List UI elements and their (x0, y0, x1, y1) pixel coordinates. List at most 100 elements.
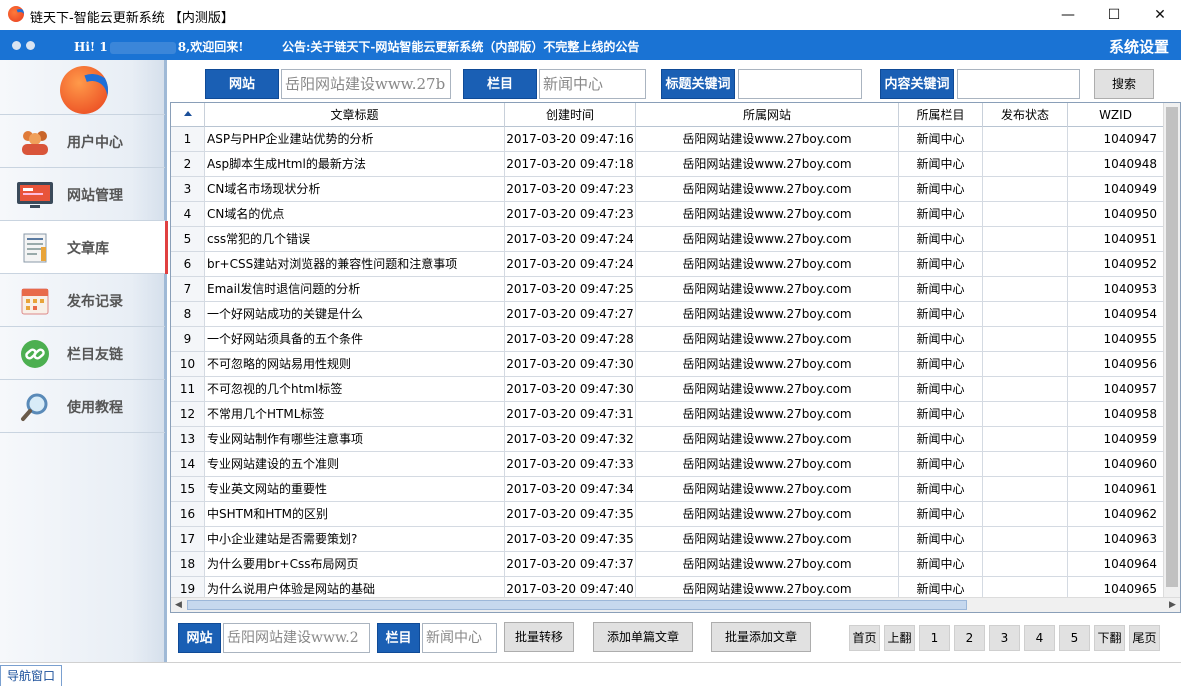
cell-title: 一个好网站须具备的五个条件 (205, 327, 505, 352)
sidebar-item-publish-log[interactable]: 发布记录 (0, 273, 165, 326)
sidebar-item-site-management[interactable]: 网站管理 (0, 167, 165, 220)
column-filter-input[interactable]: 新闻中心 (539, 69, 646, 99)
maximize-button[interactable]: ☐ (1091, 0, 1137, 30)
batch-add-articles-button[interactable]: 批量添加文章 (711, 622, 811, 652)
table-row[interactable]: 3 CN域名市场现状分析 2017-03-20 09:47:23 岳阳网站建设www.… (171, 177, 1180, 202)
table-row[interactable]: 11 不可忽视的几个html标签 2017-03-20 09:47:30 岳阳网站建设… (171, 377, 1180, 402)
cell-column: 新闻中心 (899, 177, 983, 202)
sidebar-item-user-center[interactable]: 用户中心 (0, 114, 165, 167)
first-page-button[interactable]: 首页 (849, 625, 880, 651)
table-row[interactable]: 10 不可忽略的网站易用性规则 2017-03-20 09:47:30 岳阳网站建设w… (171, 352, 1180, 377)
cell-wzid: 1040957 (1068, 377, 1164, 402)
cell-column: 新闻中心 (899, 402, 983, 427)
cell-status (983, 452, 1068, 477)
column-header-created[interactable]: 创建时间 (505, 103, 636, 127)
cell-wzid: 1040953 (1068, 277, 1164, 302)
nav-window-tab[interactable]: 导航窗口 (0, 665, 63, 686)
brand-logo-icon (60, 66, 108, 114)
cell-column: 新闻中心 (899, 252, 983, 277)
page-1-button[interactable]: 1 (919, 625, 950, 651)
site-filter-input[interactable]: 岳阳网站建设www.27b (281, 69, 451, 99)
system-settings-button[interactable]: 系统设置 (1109, 36, 1169, 57)
table-row[interactable]: 9 一个好网站须具备的五个条件 2017-03-20 09:47:28 岳阳网站建设w… (171, 327, 1180, 352)
sidebar-item-article-library[interactable]: 文章库 (0, 220, 168, 274)
cell-site: 岳阳网站建设www.27boy.com (636, 477, 899, 502)
sidebar-item-column-links[interactable]: 栏目友链 (0, 326, 165, 379)
horizontal-scrollbar[interactable]: ◀ ▶ (171, 597, 1180, 612)
page-2-button[interactable]: 2 (954, 625, 985, 651)
column-header-status[interactable]: 发布状态 (983, 103, 1068, 127)
table-row[interactable]: 5 css常犯的几个错误 2017-03-20 09:47:24 岳阳网站建设www.… (171, 227, 1180, 252)
cell-created: 2017-03-20 09:47:25 (505, 277, 636, 302)
vertical-scroll-thumb[interactable] (1166, 107, 1178, 587)
column-header-wzid[interactable]: WZID (1068, 103, 1164, 127)
table-row[interactable]: 15 专业英文网站的重要性 2017-03-20 09:47:34 岳阳网站建设www… (171, 477, 1180, 502)
column-header-column[interactable]: 所属栏目 (899, 103, 983, 127)
page-5-button[interactable]: 5 (1059, 625, 1090, 651)
cell-status (983, 252, 1068, 277)
content-keyword-input[interactable] (957, 69, 1080, 99)
table-row[interactable]: 7 Email发信时退信问题的分析 2017-03-20 09:47:25 岳阳网站建… (171, 277, 1180, 302)
cell-title: 中小企业建站是否需要策划? (205, 527, 505, 552)
add-single-article-button[interactable]: 添加单篇文章 (593, 622, 693, 652)
table-row[interactable]: 13 专业网站制作有哪些注意事项 2017-03-20 09:47:32 岳阳网站建设… (171, 427, 1180, 452)
table-row[interactable]: 14 专业网站建设的五个准则 2017-03-20 09:47:33 岳阳网站建设ww… (171, 452, 1180, 477)
document-icon (16, 233, 54, 263)
announcement-link[interactable]: 公告:关于链天下-网站智能云更新系统（内部版）不完整上线的公告 (282, 38, 639, 55)
prev-page-button[interactable]: 上翻 (884, 625, 915, 651)
row-number: 18 (171, 552, 205, 577)
cell-title: 一个好网站成功的关键是什么 (205, 302, 505, 327)
cell-title: 中SHTM和HTM的区别 (205, 502, 505, 527)
cell-column: 新闻中心 (899, 352, 983, 377)
table-row[interactable]: 12 不常用几个HTML标签 2017-03-20 09:47:31 岳阳网站建设ww… (171, 402, 1180, 427)
table-row[interactable]: 1 ASP与PHP企业建站优势的分析 2017-03-20 09:47:16 岳阳网站… (171, 127, 1180, 152)
cell-column: 新闻中心 (899, 127, 983, 152)
table-row[interactable]: 16 中SHTM和HTM的区别 2017-03-20 09:47:35 岳阳网站建设w… (171, 502, 1180, 527)
cell-created: 2017-03-20 09:47:23 (505, 177, 636, 202)
cell-title: CN域名市场现状分析 (205, 177, 505, 202)
cell-created: 2017-03-20 09:47:33 (505, 452, 636, 477)
cell-created: 2017-03-20 09:47:35 (505, 527, 636, 552)
cell-site: 岳阳网站建设www.27boy.com (636, 252, 899, 277)
header-dot-icon (26, 41, 35, 50)
table-row[interactable]: 17 中小企业建站是否需要策划? 2017-03-20 09:47:35 岳阳网站建设… (171, 527, 1180, 552)
table-row[interactable]: 6 br+CSS建站对浏览器的兼容性问题和注意事项 2017-03-20 09:47… (171, 252, 1180, 277)
cell-column: 新闻中心 (899, 277, 983, 302)
table-row[interactable]: 18 为什么要用br+Css布局网页 2017-03-20 09:47:37 岳阳网站… (171, 552, 1180, 577)
cell-site: 岳阳网站建设www.27boy.com (636, 152, 899, 177)
page-4-button[interactable]: 4 (1024, 625, 1055, 651)
next-page-button[interactable]: 下翻 (1094, 625, 1125, 651)
column-header-site[interactable]: 所属网站 (636, 103, 899, 127)
title-keyword-input[interactable] (738, 69, 862, 99)
close-button[interactable]: ✕ (1137, 0, 1181, 30)
cell-status (983, 502, 1068, 527)
column-header-title[interactable]: 文章标题 (205, 103, 505, 127)
cell-site: 岳阳网站建设www.27boy.com (636, 552, 899, 577)
cell-wzid: 1040961 (1068, 477, 1164, 502)
cell-created: 2017-03-20 09:47:24 (505, 252, 636, 277)
table-row[interactable]: 2 Asp脚本生成Html的最新方法 2017-03-20 09:47:18 岳阳网站… (171, 152, 1180, 177)
vertical-scrollbar[interactable] (1163, 103, 1180, 598)
horizontal-scroll-thumb[interactable] (187, 600, 967, 610)
table-row[interactable]: 4 CN域名的优点 2017-03-20 09:47:23 岳阳网站建设www.27b… (171, 202, 1180, 227)
scroll-left-icon[interactable]: ◀ (171, 598, 186, 612)
batch-move-button[interactable]: 批量转移 (504, 622, 574, 652)
row-number: 13 (171, 427, 205, 452)
cell-site: 岳阳网站建设www.27boy.com (636, 527, 899, 552)
sort-ascending-icon[interactable] (171, 103, 205, 127)
cell-site: 岳阳网站建设www.27boy.com (636, 427, 899, 452)
cell-site: 岳阳网站建设www.27boy.com (636, 177, 899, 202)
last-page-button[interactable]: 尾页 (1129, 625, 1160, 651)
search-button[interactable]: 搜索 (1094, 69, 1154, 99)
cell-wzid: 1040949 (1068, 177, 1164, 202)
scroll-right-icon[interactable]: ▶ (1165, 598, 1180, 612)
cell-wzid: 1040964 (1068, 552, 1164, 577)
cell-wzid: 1040962 (1068, 502, 1164, 527)
cell-title: css常犯的几个错误 (205, 227, 505, 252)
page-3-button[interactable]: 3 (989, 625, 1020, 651)
bottom-site-input[interactable]: 岳阳网站建设www.2 (223, 623, 370, 653)
sidebar-item-tutorial[interactable]: 使用教程 (0, 379, 165, 432)
minimize-button[interactable]: — (1045, 0, 1091, 30)
bottom-column-input[interactable]: 新闻中心 (422, 623, 497, 653)
table-row[interactable]: 8 一个好网站成功的关键是什么 2017-03-20 09:47:27 岳阳网站建设w… (171, 302, 1180, 327)
